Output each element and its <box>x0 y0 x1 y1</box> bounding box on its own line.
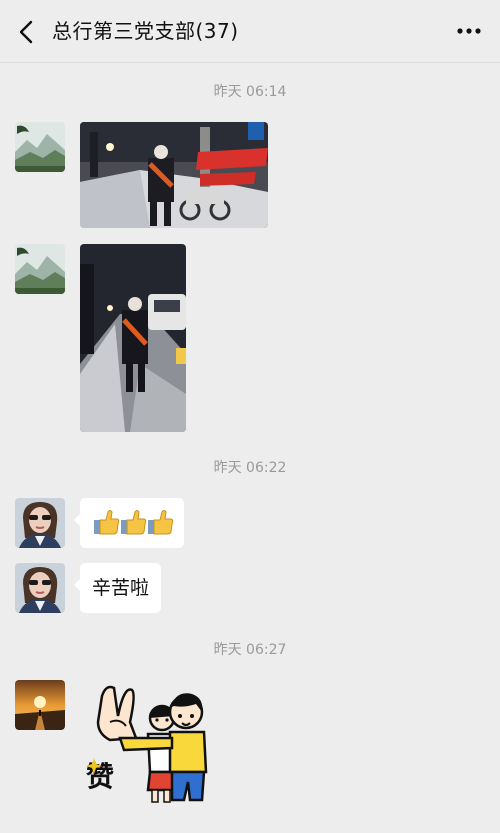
back-arrow-icon[interactable] <box>14 18 38 46</box>
message-timestamp: 昨天 06:27 <box>213 642 287 658</box>
photo-message-2[interactable] <box>80 244 186 432</box>
thumbs-up-message[interactable] <box>74 498 184 548</box>
message-timestamp: 昨天 06:22 <box>213 460 287 476</box>
message-timestamp: 昨天 06:14 <box>213 84 287 100</box>
chat-title: 总行第三党支部(37) <box>52 19 239 43</box>
avatar-mountain[interactable] <box>15 244 65 294</box>
thumbs-up-icon <box>94 510 120 535</box>
thumbs-up-icon <box>148 510 174 535</box>
text-message[interactable]: 辛苦啦 <box>73 563 162 613</box>
zan-sticker[interactable]: 赞 <box>80 678 210 808</box>
thumbs-up-icon <box>121 510 147 535</box>
avatar-woman-sunglasses[interactable] <box>15 563 65 613</box>
avatar-sunset[interactable] <box>15 680 65 730</box>
avatar-mountain[interactable] <box>15 122 65 172</box>
avatar-woman-sunglasses[interactable] <box>15 498 65 548</box>
more-options-icon[interactable] <box>456 22 482 40</box>
chat-header: 总行第三党支部(37) <box>0 0 500 63</box>
photo-message-1[interactable] <box>80 122 268 228</box>
